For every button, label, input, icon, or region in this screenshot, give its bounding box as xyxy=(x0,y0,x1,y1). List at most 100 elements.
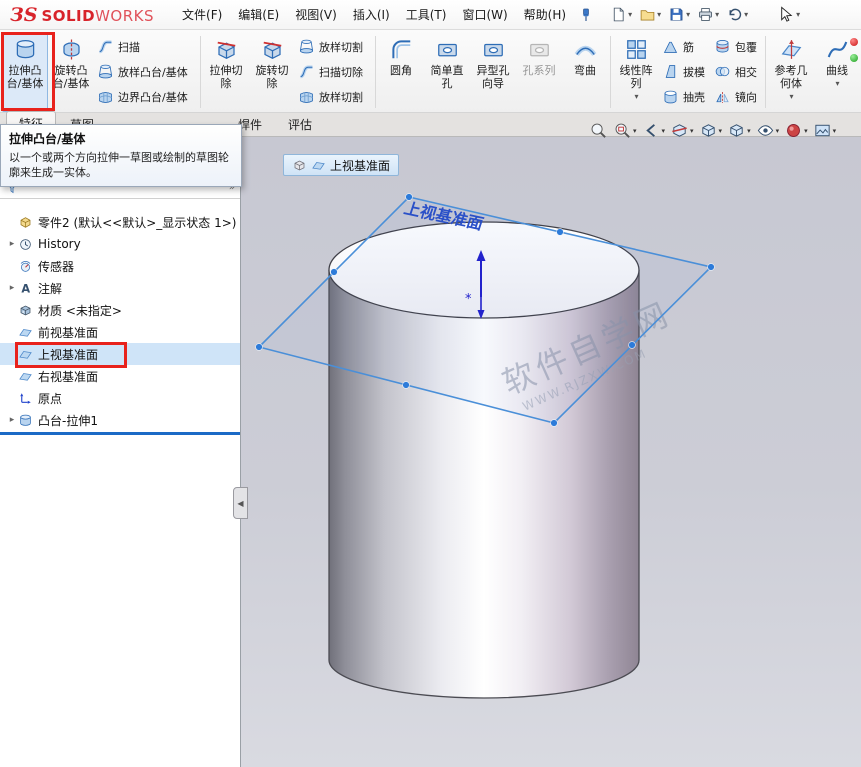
plane-icon xyxy=(311,158,326,173)
previous-view-icon xyxy=(642,121,661,140)
tree-item-material[interactable]: 材质 <未指定> xyxy=(0,299,240,321)
tree-item-right-plane[interactable]: 右视基准面 xyxy=(0,365,240,387)
intersect-icon xyxy=(714,63,731,80)
feature-manager-tree-panel: » 零件2 (默认<<默认>_显示状态 1>) ▸ History 传感器 ▸ xyxy=(0,137,241,767)
menu-insert[interactable]: 插入(I) xyxy=(345,0,398,30)
breadcrumb-label: 上视基准面 xyxy=(330,157,390,174)
isometric-view-icon xyxy=(292,158,307,173)
menu-window[interactable]: 窗口(W) xyxy=(454,0,515,30)
menu-file[interactable]: 文件(F) xyxy=(174,0,230,30)
boundary-cut-button[interactable]: 放样切割 xyxy=(298,85,370,109)
material-icon xyxy=(18,303,33,318)
menu-view[interactable]: 视图(V) xyxy=(287,0,345,30)
edit-appearance-button[interactable]: ▾ xyxy=(783,120,809,141)
history-icon xyxy=(18,237,33,252)
dropdown-arrow-icon: ▾ xyxy=(789,90,793,103)
boundary-boss-icon xyxy=(97,89,114,106)
tab-evaluate[interactable]: 评估 xyxy=(276,113,324,136)
pin-menu-button[interactable] xyxy=(578,7,594,23)
ribbon-separator xyxy=(200,36,201,108)
wrap-button[interactable]: 包覆 xyxy=(714,35,760,59)
highlight-box-top-plane-item xyxy=(15,342,127,368)
heads-up-view-toolbar: ▾ ▾ ▾ ▾ ▾ ▾ ▾ ▾ xyxy=(588,120,837,141)
view-orientation-button[interactable]: ▾ xyxy=(698,120,724,141)
reference-geometry-icon xyxy=(779,37,804,62)
section-view-button[interactable]: ▾ xyxy=(669,120,695,141)
simple-hole-button[interactable]: 简单直孔 xyxy=(424,32,470,112)
save-button[interactable]: ▾ xyxy=(666,4,692,25)
graphics-area[interactable]: 软件自学网 WWW.RJZXW.COM 上视基准面 xyxy=(241,137,861,767)
hole-series-button[interactable]: 孔系列 xyxy=(516,32,562,112)
linear-pattern-button[interactable]: 线性阵列 ▾ xyxy=(613,32,659,112)
swept-cut-button[interactable]: 扫描切除 xyxy=(298,60,370,84)
tree-item-sensors[interactable]: 传感器 xyxy=(0,255,240,277)
tree-item-boss-extrude1[interactable]: ▸ 凸台-拉伸1 xyxy=(0,409,240,431)
lofted-boss-icon xyxy=(97,63,114,80)
tree-item-part-root[interactable]: 零件2 (默认<<默认>_显示状态 1>) xyxy=(0,211,240,233)
swept-boss-button[interactable]: 扫描 xyxy=(97,35,195,59)
ribbon-separator xyxy=(765,36,766,108)
revolved-cut-button[interactable]: 旋转切除 xyxy=(249,32,295,112)
sensors-icon xyxy=(18,259,33,274)
panel-collapse-tab[interactable]: ◀ xyxy=(233,487,248,519)
intersect-button[interactable]: 相交 xyxy=(714,60,760,84)
lofted-boss-button[interactable]: 放样凸台/基体 xyxy=(97,60,195,84)
hide-show-items-button[interactable]: ▾ xyxy=(755,120,781,141)
hole-wizard-button[interactable]: 异型孔向导 xyxy=(470,32,516,112)
zoom-fit-button[interactable] xyxy=(588,120,609,141)
flex-button[interactable]: 弯曲 xyxy=(562,32,608,112)
ds-logo-mark: ЗS xyxy=(10,4,37,26)
tree-item-annotations[interactable]: ▸ 注解 xyxy=(0,277,240,299)
expand-arrow-icon[interactable]: ▸ xyxy=(6,283,18,293)
model-scene: 软件自学网 WWW.RJZXW.COM 上视基准面 xyxy=(241,137,861,767)
wrap-icon xyxy=(714,38,731,55)
quick-access-toolbar: ▾ ▾ ▾ ▾ ▾ xyxy=(608,4,750,25)
display-style-button[interactable]: ▾ xyxy=(726,120,752,141)
menu-bar: ЗS SOLID WORKS 文件(F) 编辑(E) 视图(V) 插入(I) 工… xyxy=(0,0,861,30)
boundary-boss-button[interactable]: 边界凸台/基体 xyxy=(97,85,195,109)
print-button[interactable]: ▾ xyxy=(695,4,721,25)
select-tool-button[interactable]: ▾ xyxy=(776,5,800,24)
expand-arrow-icon[interactable]: ▸ xyxy=(6,415,18,425)
tree-item-front-plane[interactable]: 前视基准面 xyxy=(0,321,240,343)
open-button[interactable]: ▾ xyxy=(637,4,663,25)
dropdown-arrow-icon: ▾ xyxy=(634,90,638,103)
top-plane-selection[interactable]: 上视基准面 xyxy=(256,194,715,427)
shell-icon xyxy=(662,89,679,106)
undo-button[interactable]: ▾ xyxy=(724,4,750,25)
previous-view-button[interactable]: ▾ xyxy=(641,120,667,141)
new-document-icon xyxy=(610,6,627,23)
boss-feature-stack: 扫描 放样凸台/基体 边界凸台/基体 xyxy=(94,32,198,112)
dropdown-arrow-icon: ▾ xyxy=(835,77,839,90)
mirror-button[interactable]: 镜向 xyxy=(714,85,760,109)
selection-breadcrumb-badge[interactable]: 上视基准面 xyxy=(283,154,399,176)
reference-geometry-button[interactable]: 参考几何体 ▾ xyxy=(768,32,814,112)
shell-button[interactable]: 抽壳 xyxy=(662,85,708,109)
extruded-cut-icon xyxy=(214,37,239,62)
curves-icon xyxy=(825,37,850,62)
tree-item-origin[interactable]: 原点 xyxy=(0,387,240,409)
zoom-area-button[interactable]: ▾ xyxy=(612,120,638,141)
expand-arrow-icon[interactable]: ▸ xyxy=(6,239,18,249)
ribbon-separator xyxy=(610,36,611,108)
top-plane-outline[interactable] xyxy=(259,197,711,423)
extruded-cut-button[interactable]: 拉伸切除 xyxy=(203,32,249,112)
tree-item-history[interactable]: ▸ History xyxy=(0,233,240,255)
apply-scene-icon xyxy=(813,121,832,140)
cut-feature-stack: 放样切割 扫描切除 放样切割 xyxy=(295,32,373,112)
swept-cut-icon xyxy=(298,63,315,80)
menu-help[interactable]: 帮助(H) xyxy=(516,0,574,30)
menu-tools[interactable]: 工具(T) xyxy=(398,0,455,30)
apply-scene-button[interactable]: ▾ xyxy=(812,120,838,141)
rib-button[interactable]: 筋 xyxy=(662,35,708,59)
command-manager-ribbon: 拉伸凸台/基体 旋转凸台/基体 扫描 放样凸台/基体 边界凸台/基体 拉伸切除 … xyxy=(0,30,861,113)
tree-panel-splitter[interactable] xyxy=(0,432,240,435)
menu-edit[interactable]: 编辑(E) xyxy=(230,0,287,30)
pin-icon xyxy=(578,7,594,23)
new-document-button[interactable]: ▾ xyxy=(608,4,634,25)
annotations-icon xyxy=(18,281,33,296)
draft-button[interactable]: 拔模 xyxy=(662,60,708,84)
fillet-button[interactable]: 圆角 xyxy=(378,32,424,112)
lofted-cut-button[interactable]: 放样切割 xyxy=(298,35,370,59)
view-orientation-icon xyxy=(699,121,718,140)
